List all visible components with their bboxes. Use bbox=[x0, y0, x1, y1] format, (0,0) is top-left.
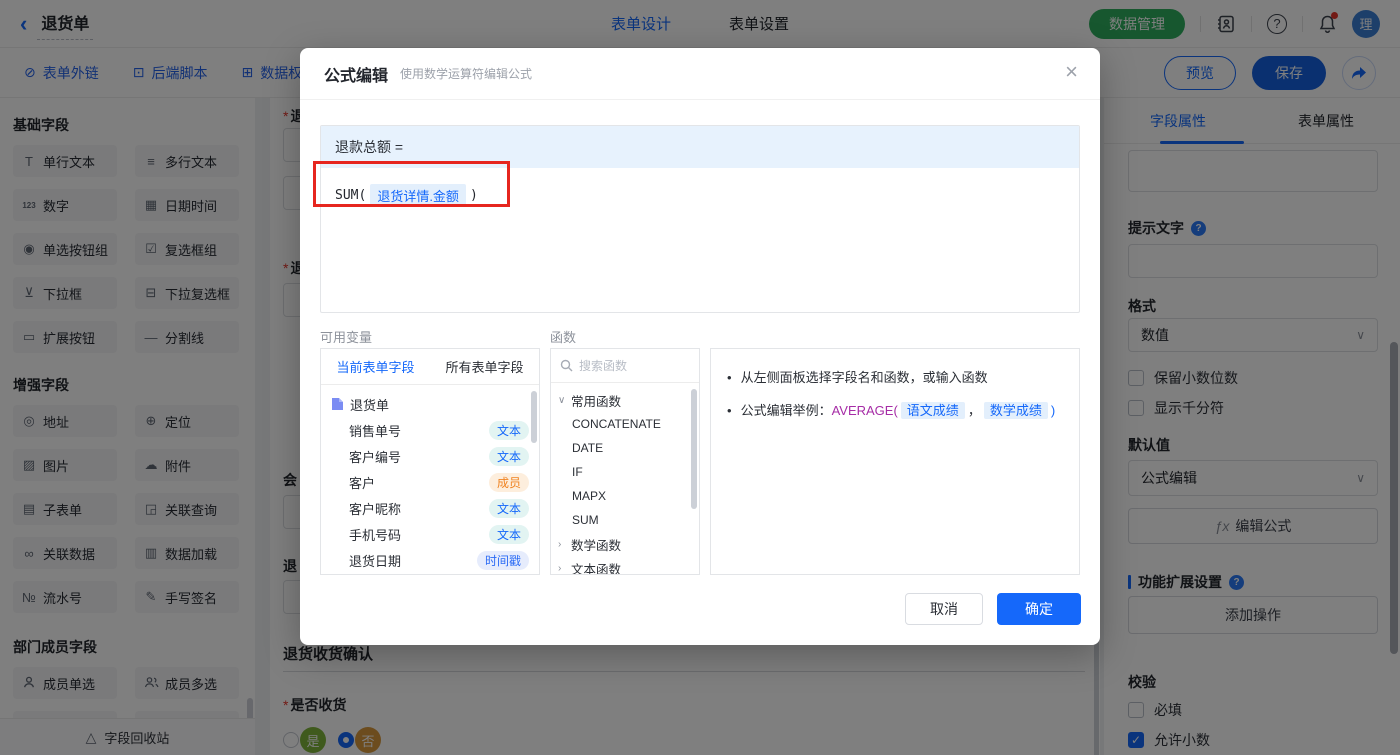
example-field-chip: 语文成绩 bbox=[900, 402, 965, 419]
function-item[interactable]: CONCATENATE bbox=[551, 412, 699, 436]
variable-row[interactable]: 客户 成员 bbox=[321, 469, 539, 495]
type-badge: 文本 bbox=[488, 498, 529, 518]
modal-header: 公式编辑 使用数学运算符编辑公式 bbox=[300, 48, 1100, 100]
chevron-down-icon: ∨ bbox=[558, 394, 566, 406]
function-group-math[interactable]: › 数学函数 bbox=[551, 532, 699, 556]
modal-title: 公式编辑 bbox=[324, 67, 389, 85]
function-item[interactable]: IF bbox=[551, 460, 699, 484]
example-close-paren: ) bbox=[1050, 403, 1056, 418]
variables-panel: 当前表单字段 所有表单字段 退货单 销售单号 文本 客户编号 文本 客户 成员 客户昵… bbox=[320, 348, 540, 575]
variable-row[interactable]: 客户编号 文本 bbox=[321, 443, 539, 469]
form-doc-icon bbox=[332, 398, 343, 410]
variable-row[interactable]: 手机号码 文本 bbox=[321, 521, 539, 547]
variables-scrollbar[interactable] bbox=[531, 391, 537, 443]
close-icon[interactable]: × bbox=[1065, 61, 1078, 83]
tip-example-line: • 公式编辑举例：AVERAGE(语文成绩，数学成绩) bbox=[727, 400, 1063, 421]
functions-panel: ∨常用函数 CONCATENATE DATE IF MAPX SUM ›数学函数… bbox=[550, 348, 700, 575]
type-badge: 文本 bbox=[488, 420, 529, 440]
variables-root-node[interactable]: 退货单 bbox=[321, 391, 539, 417]
cancel-button[interactable]: 取消 bbox=[905, 593, 983, 625]
app-root: ‹ 退货单 表单设计 表单设置 数据管理 ? 理 ⊘ 表单外链 bbox=[0, 0, 1400, 755]
type-badge: 文本 bbox=[488, 524, 529, 544]
formula-editor-box[interactable]: 退款总额 = SUM( 退货详情.金额 ) bbox=[320, 125, 1080, 313]
function-item[interactable]: DATE bbox=[551, 436, 699, 460]
confirm-button[interactable]: 确定 bbox=[997, 593, 1081, 625]
bullet-icon: • bbox=[727, 403, 732, 418]
tab-all-form-fields[interactable]: 所有表单字段 bbox=[430, 349, 539, 384]
chevron-right-icon: › bbox=[558, 538, 562, 550]
example-function-name: AVERAGE( bbox=[831, 403, 898, 418]
function-group-common[interactable]: ∨ 常用函数 bbox=[551, 388, 699, 412]
search-icon bbox=[560, 359, 573, 372]
formula-editor-modal: 公式编辑 使用数学运算符编辑公式 × 退款总额 = SUM( 退货详情.金额 )… bbox=[300, 48, 1100, 645]
type-badge: 时间戳 bbox=[476, 550, 529, 570]
formula-target: 退款总额 = bbox=[321, 126, 1079, 168]
formula-field-chip[interactable]: 退货详情.金额 bbox=[370, 184, 466, 207]
variable-row[interactable]: 销售单号 文本 bbox=[321, 417, 539, 443]
functions-scrollbar[interactable] bbox=[691, 389, 697, 509]
formula-fn-open: SUM( bbox=[335, 188, 367, 203]
functions-label: 函数 bbox=[550, 330, 577, 345]
example-field-chip: 数学成绩 bbox=[983, 402, 1048, 419]
variable-row[interactable]: 客户昵称 文本 bbox=[321, 495, 539, 521]
type-badge: 成员 bbox=[488, 472, 529, 492]
chevron-right-icon: › bbox=[558, 562, 562, 574]
variable-row[interactable]: 退货日期 时间戳 bbox=[321, 547, 539, 573]
type-badge: 文本 bbox=[488, 446, 529, 466]
function-group-text[interactable]: › 文本函数 bbox=[551, 556, 699, 575]
function-item[interactable]: MAPX bbox=[551, 484, 699, 508]
variables-tabs: 当前表单字段 所有表单字段 bbox=[321, 349, 539, 385]
function-search bbox=[551, 349, 699, 383]
modal-subtitle: 使用数学运算符编辑公式 bbox=[400, 67, 533, 81]
tip-line: • 从左侧面板选择字段名和函数，或输入函数 bbox=[727, 367, 1063, 388]
tips-panel: • 从左侧面板选择字段名和函数，或输入函数 • 公式编辑举例：AVERAGE(语… bbox=[710, 348, 1080, 575]
variables-label: 可用变量 bbox=[320, 330, 373, 345]
formula-close-paren: ) bbox=[469, 188, 478, 203]
function-search-input[interactable] bbox=[579, 358, 679, 373]
function-item[interactable]: SUM bbox=[551, 508, 699, 532]
bullet-icon: • bbox=[727, 370, 732, 385]
formula-expression[interactable]: SUM( 退货详情.金额 ) bbox=[321, 168, 1079, 223]
tab-current-form-fields[interactable]: 当前表单字段 bbox=[321, 349, 430, 384]
